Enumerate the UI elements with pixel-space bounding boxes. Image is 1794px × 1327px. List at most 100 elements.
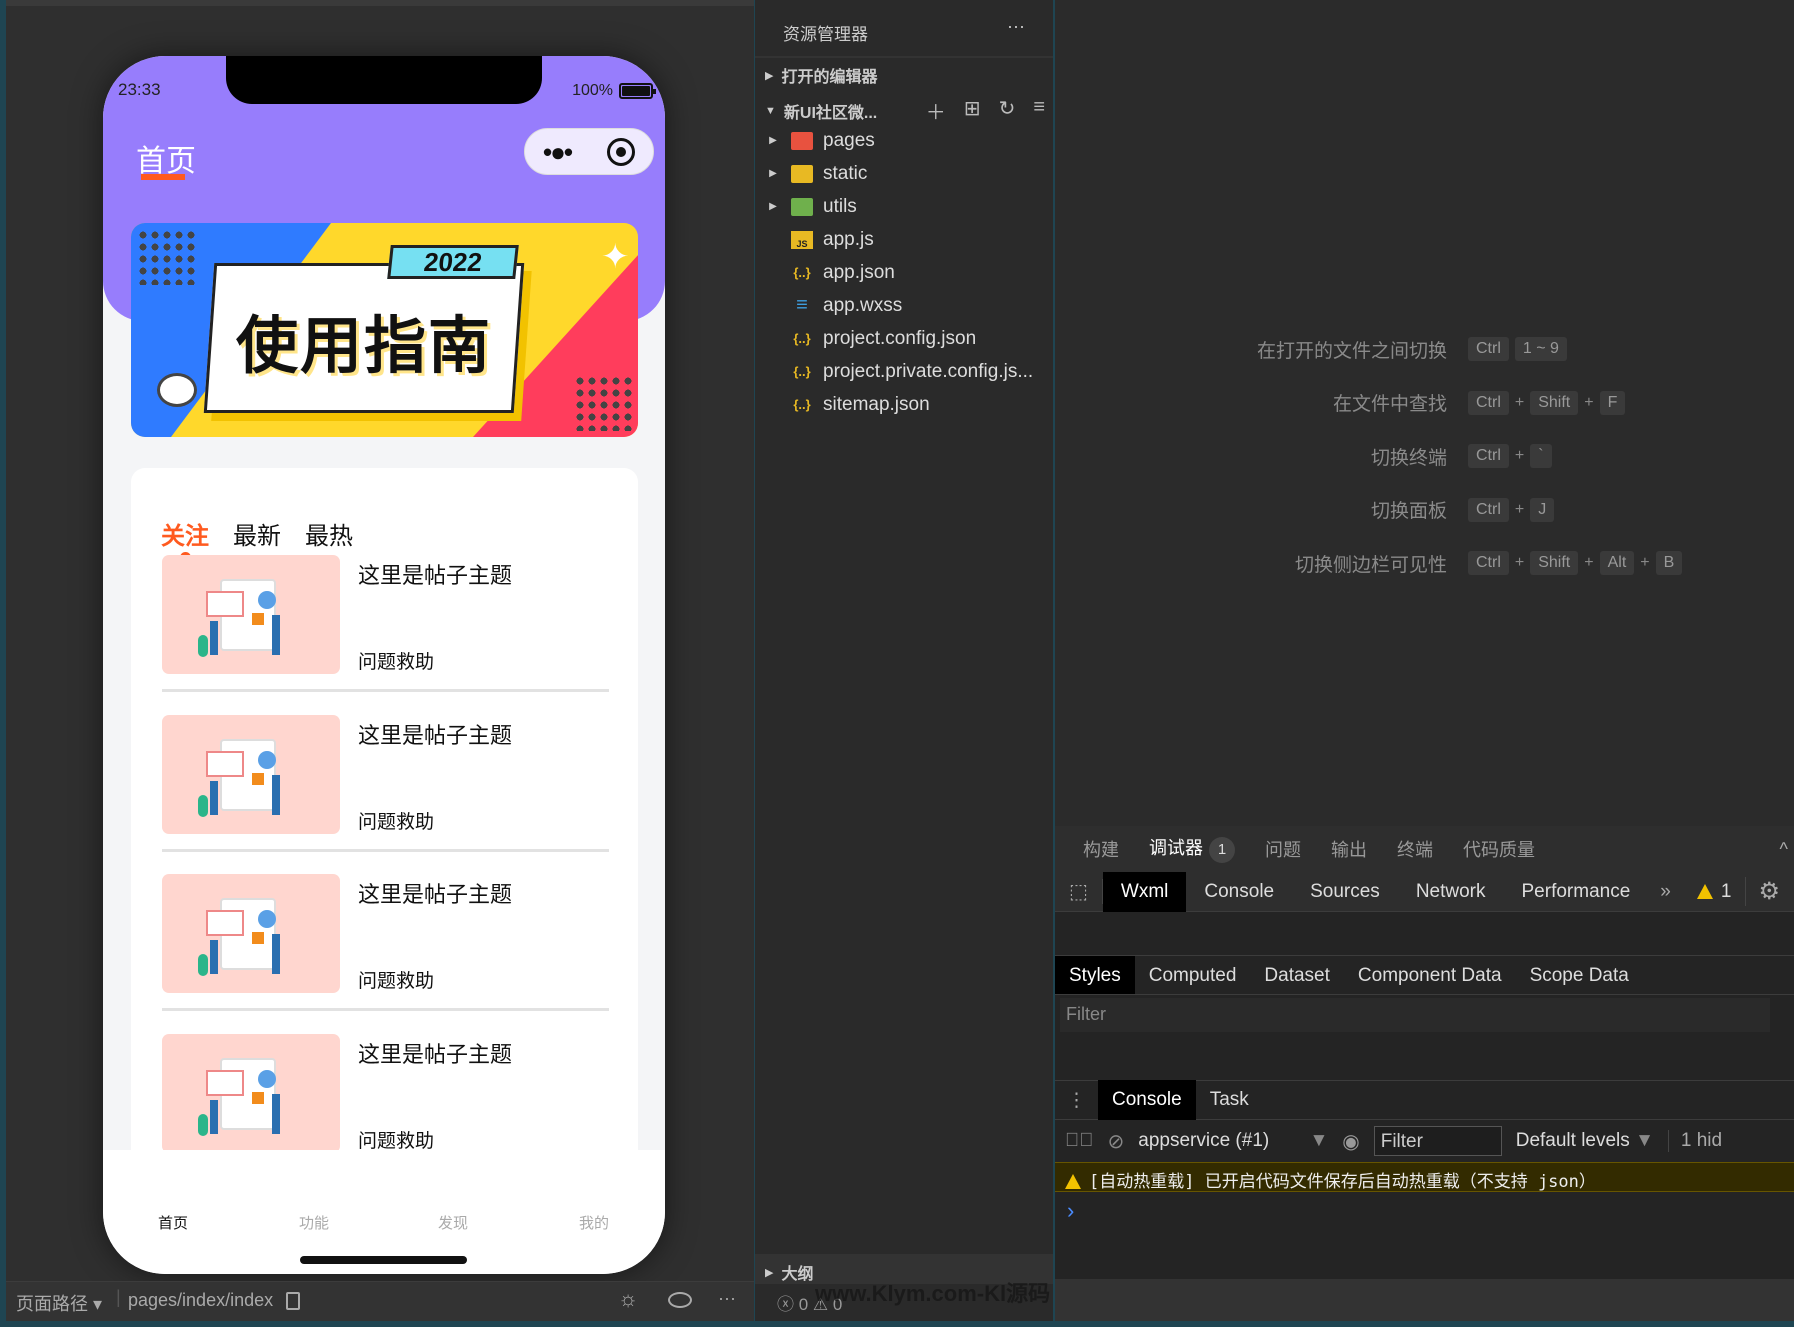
post-thumbnail — [162, 874, 340, 993]
levels-dropdown[interactable]: Default levels ▼ — [1516, 1130, 1654, 1152]
drawer-tab-console[interactable]: Console — [1098, 1080, 1196, 1120]
inspect-element-icon[interactable]: ⬚ — [1055, 879, 1103, 904]
file-json[interactable]: {..} sitemap.json — [755, 388, 1053, 421]
panel-tab[interactable]: 构建 — [1083, 836, 1119, 862]
tab-label: 问题 — [1265, 840, 1301, 860]
settings-gear-icon[interactable]: ⚙ — [1745, 877, 1792, 906]
tab-latest[interactable]: 最新 — [233, 516, 281, 551]
outline-section[interactable]: ▶ 大纲 — [765, 1260, 813, 1284]
post-title: 这里是帖子主题 — [358, 722, 513, 748]
styles-tabs: Styles Computed Dataset Component Data Scope… — [1055, 955, 1794, 995]
feed-tabs: 关注 最新 最热 — [161, 516, 353, 563]
refresh-icon[interactable]: ↻ — [999, 96, 1016, 125]
file-name: app.js — [823, 228, 874, 250]
battery-percent: 100% — [572, 82, 613, 99]
tool-tab-performance[interactable]: Performance — [1504, 872, 1649, 912]
post-tag: 问题救助 — [358, 971, 435, 992]
tabbar-discover[interactable]: 发现 — [413, 1212, 493, 1233]
new-folder-icon[interactable]: ⊞ — [964, 96, 981, 125]
tool-tab-sources[interactable]: Sources — [1292, 872, 1398, 912]
post-item[interactable]: 这里是帖子主题 问题救助 — [162, 874, 609, 1012]
file-folder[interactable]: ▶ static — [755, 157, 1053, 190]
key: Ctrl — [1468, 390, 1509, 415]
target-circle-icon[interactable] — [606, 137, 635, 166]
warning-indicator[interactable]: 1 — [1683, 881, 1746, 903]
panel-tab[interactable]: 输出 — [1331, 836, 1367, 862]
folder-icon — [791, 164, 813, 183]
devtools-panel: 构建 调试器 1 问题 输出 终端 代码质量 ^ ⬚ Wxml Console Sources Ne… — [1055, 826, 1794, 1279]
key: Shift — [1530, 551, 1579, 575]
explorer-title: 资源管理器 — [783, 25, 868, 44]
file-folder[interactable]: ▶ pages — [755, 124, 1053, 157]
open-editors-section[interactable]: ▶ 打开的编辑器 — [765, 63, 877, 87]
tabbar-mine[interactable]: 我的 — [554, 1212, 634, 1233]
home-indicator — [300, 1256, 467, 1264]
collapse-icon[interactable]: ≡ — [1033, 96, 1045, 125]
styles-tab[interactable]: Scope Data — [1516, 956, 1643, 994]
feed-card: 关注 最新 最热 这里是帖子主题 问题救助 这里是帖子主题 问题救助 这里是帖子… — [131, 468, 638, 1188]
panel-tab[interactable]: 调试器 1 — [1149, 824, 1235, 875]
panel-tab[interactable]: 终端 — [1397, 836, 1433, 862]
more-tools-button[interactable]: » — [1648, 881, 1683, 903]
console-filter-input[interactable]: Filter — [1373, 1126, 1502, 1156]
tool-tab-network[interactable]: Network — [1398, 872, 1504, 912]
key: Ctrl — [1468, 444, 1509, 468]
shortcut-label: 在文件中查找 — [1332, 394, 1447, 415]
json-icon: {..} — [793, 364, 811, 379]
tool-tab-console[interactable]: Console — [1186, 872, 1292, 912]
sidebar-toggle-icon[interactable]: ▶⃞ — [1065, 1130, 1094, 1152]
tab-follow[interactable]: 关注 — [161, 516, 209, 563]
dots-decoration — [137, 229, 197, 285]
shortcut-label: 切换面板 — [1370, 501, 1447, 522]
console-prompt[interactable]: › — [1067, 1198, 1074, 1224]
tabbar-home[interactable]: 首页 — [133, 1212, 213, 1233]
styles-tab[interactable]: Styles — [1055, 956, 1135, 994]
file-js[interactable]: JS app.js — [755, 223, 1053, 256]
key: Ctrl — [1468, 497, 1509, 522]
copy-icon[interactable] — [286, 1292, 300, 1310]
panel-tab[interactable]: 代码质量 — [1463, 836, 1535, 862]
tab-hot[interactable]: 最热 — [305, 516, 353, 551]
styles-tab[interactable]: Computed — [1135, 956, 1251, 994]
panel-tab[interactable]: 问题 — [1265, 836, 1301, 862]
styles-tab[interactable]: Component Data — [1344, 956, 1516, 994]
file-json[interactable]: {..} project.private.config.js... — [755, 355, 1053, 388]
post-title: 这里是帖子主题 — [358, 563, 513, 588]
page-path-dropdown[interactable]: 页面路径 ▾ — [16, 1290, 102, 1316]
drawer-menu-icon[interactable]: ⋮ — [1055, 1089, 1098, 1112]
post-tag: 问题救助 — [358, 811, 435, 833]
warning-count: 1 — [1720, 880, 1732, 902]
more-icon[interactable]: ··· — [718, 1288, 736, 1309]
file-name: sitemap.json — [823, 393, 930, 415]
divider — [162, 1008, 609, 1011]
more-dots-icon[interactable]: •●• — [543, 139, 573, 165]
shortcut-row: 切换侧边栏可见性 Ctrl + Shift + Alt + B — [1055, 548, 1794, 578]
drawer-tab-task[interactable]: Task — [1196, 1089, 1263, 1111]
tool-tab-wxml[interactable]: Wxml — [1102, 871, 1187, 912]
post-item[interactable]: 这里是帖子主题 问题救助 — [162, 555, 609, 693]
json-icon: {..} — [793, 397, 811, 412]
file-json[interactable]: {..} project.config.json — [755, 322, 1053, 355]
file-css[interactable]: ≡ app.wxss — [755, 289, 1053, 322]
shortcut-row: 在文件中查找 Ctrl + Shift + F — [1055, 388, 1794, 418]
new-file-icon[interactable]: ＋ — [926, 96, 946, 125]
styles-tab[interactable]: Dataset — [1250, 956, 1343, 994]
eye-icon[interactable] — [668, 1292, 692, 1308]
context-select[interactable]: appservice (#1) ▼ — [1138, 1130, 1328, 1152]
clear-console-icon[interactable]: ⊘ — [1108, 1129, 1125, 1154]
collapse-panel-icon[interactable]: ^ — [1780, 839, 1788, 860]
banner[interactable]: ✦ 2022 使用指南 — [131, 223, 638, 437]
eye-icon[interactable]: ◉ — [1342, 1129, 1359, 1154]
json-icon: {..} — [793, 331, 811, 346]
tabbar-features[interactable]: 功能 — [274, 1212, 354, 1233]
file-json[interactable]: {..} app.json — [755, 256, 1053, 289]
tab-label: 调试器 — [1149, 837, 1203, 858]
explorer-more-button[interactable]: ··· — [1007, 16, 1025, 37]
file-folder[interactable]: ▶ utils — [755, 190, 1053, 223]
shortcut-label: 在打开的文件之间切换 — [1256, 340, 1447, 362]
bug-icon[interactable]: ☼ — [618, 1286, 638, 1312]
post-item[interactable]: 这里是帖子主题 问题救助 — [162, 714, 609, 853]
styles-filter-input[interactable]: Filter — [1060, 998, 1770, 1032]
key: B — [1655, 551, 1683, 575]
project-section[interactable]: ▼ 新UI社区微... ＋ ⊞ ↻ ≡ — [765, 96, 1045, 125]
